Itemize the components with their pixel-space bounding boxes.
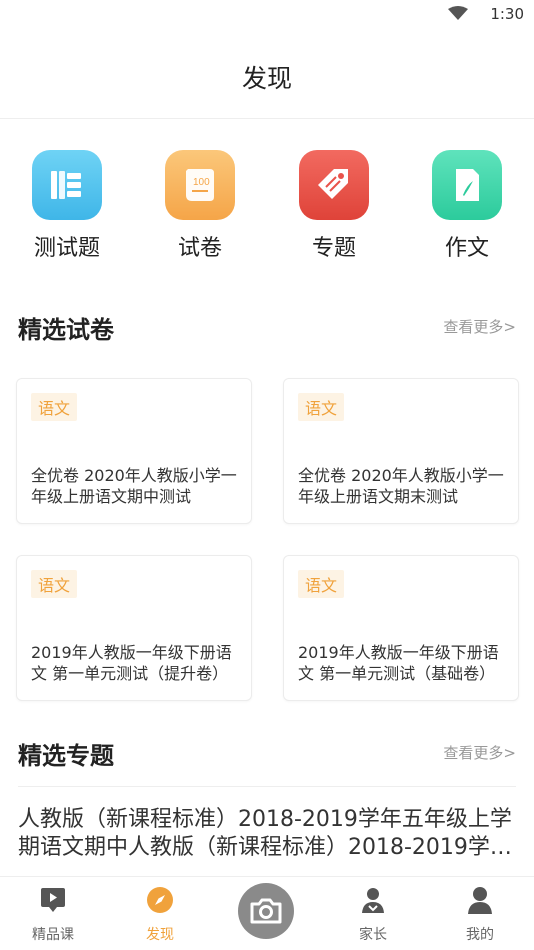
paper-card[interactable]: 语文 2019年人教版一年级下册语文 第一单元测试（基础卷） [283,555,519,701]
paper-title: 2019年人教版一年级下册语文 第一单元测试（基础卷） [298,643,499,683]
status-time: 1:30 [490,5,524,23]
category-topic[interactable]: 专题 [279,150,389,262]
page-header: 发现 [0,28,534,119]
category-composition[interactable]: 作文 [412,150,522,262]
status-bar: 1:30 [0,0,534,28]
compass-icon [147,887,173,913]
featured-papers-title: 精选试卷 [18,316,114,344]
nav-item-courses[interactable]: 精品课 [13,877,93,950]
category-grid: 测试题 100 试卷 专题 作文 [0,150,534,270]
paper-title: 全优卷 2020年人教版小学一年级上册语文期中测试 [31,466,237,506]
category-label: 作文 [444,236,489,261]
paper-card[interactable]: 语文 2019年人教版一年级下册语文 第一单元测试（提升卷） [16,555,252,701]
featured-topics-title: 精选专题 [18,742,114,770]
subject-tag: 语文 [31,393,78,421]
topics-more-link[interactable]: 查看更多> [443,742,516,763]
nav-label: 发现 [146,927,174,943]
nav-label: 精品课 [32,927,74,943]
composition-icon [432,150,502,220]
papers-more-link[interactable]: 查看更多> [443,316,516,337]
page-title: 发现 [241,64,292,93]
paper-title: 2019年人教版一年级下册语文 第一单元测试（提升卷） [31,643,232,683]
profile-icon [468,887,492,914]
svg-text:100: 100 [193,177,210,188]
paper-card[interactable]: 语文 全优卷 2020年人教版小学一年级上册语文期中测试 [16,378,252,524]
camera-button[interactable] [238,883,294,939]
category-label: 测试题 [33,236,100,261]
nav-item-profile[interactable]: 我的 [440,877,520,950]
exam-paper-icon: 100 [165,150,235,220]
wifi-icon [448,6,468,20]
category-label: 试卷 [177,236,222,261]
video-course-icon [41,888,65,912]
category-test-questions[interactable]: 测试题 [12,150,122,262]
test-questions-icon [32,150,102,220]
topic-tag-icon [299,150,369,220]
subject-tag: 语文 [298,570,345,598]
divider [18,786,516,787]
topic-list-item[interactable]: 人教版（新课程标准）2018-2019学年五年级上学期语文期中人教版（新课程标准… [18,806,516,862]
nav-label: 家长 [359,927,387,943]
category-label: 专题 [311,236,356,261]
paper-card[interactable]: 语文 全优卷 2020年人教版小学一年级上册语文期末测试 [283,378,519,524]
nav-item-discover[interactable]: 发现 [120,877,200,950]
nav-item-parents[interactable]: 家长 [333,877,413,950]
camera-icon [250,898,282,924]
bottom-nav: 精品课 发现 家长 我的 [0,876,534,950]
category-exam-paper[interactable]: 100 试卷 [145,150,255,262]
nav-label: 我的 [466,927,494,943]
subject-tag: 语文 [298,393,345,421]
paper-title: 全优卷 2020年人教版小学一年级上册语文期末测试 [298,466,504,506]
parent-icon [362,888,384,913]
subject-tag: 语文 [31,570,78,598]
